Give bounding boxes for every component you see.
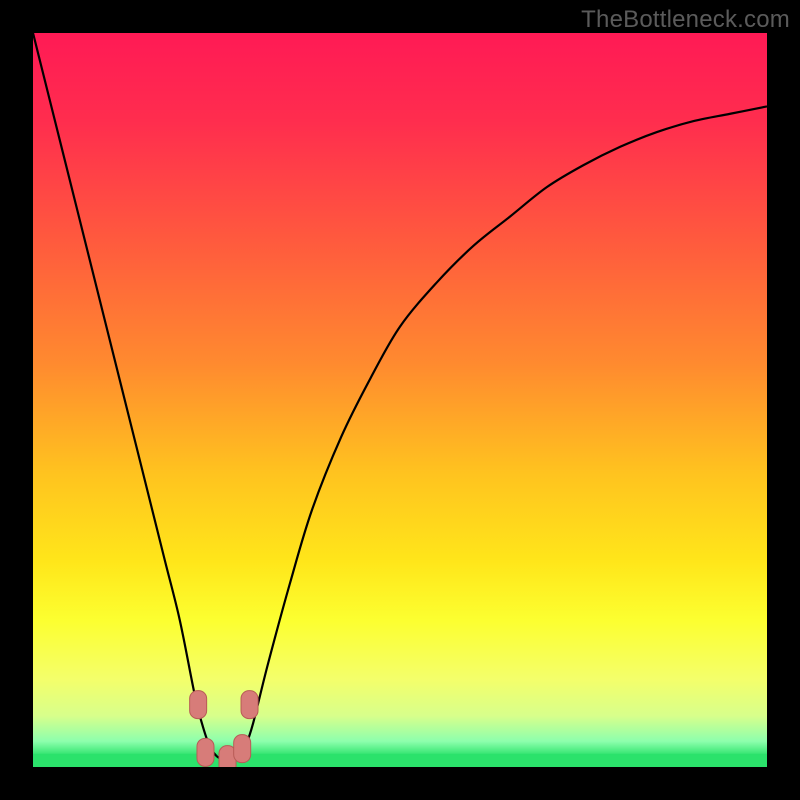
curve-marker (190, 691, 207, 719)
chart-frame: TheBottleneck.com (0, 0, 800, 800)
green-optimal-band (33, 754, 767, 767)
curve-marker (197, 738, 214, 766)
bottleneck-chart (33, 33, 767, 767)
curve-marker (234, 735, 251, 763)
curve-marker (241, 691, 258, 719)
watermark-text: TheBottleneck.com (581, 6, 790, 34)
plot-area (33, 33, 767, 767)
gradient-background (33, 33, 767, 767)
